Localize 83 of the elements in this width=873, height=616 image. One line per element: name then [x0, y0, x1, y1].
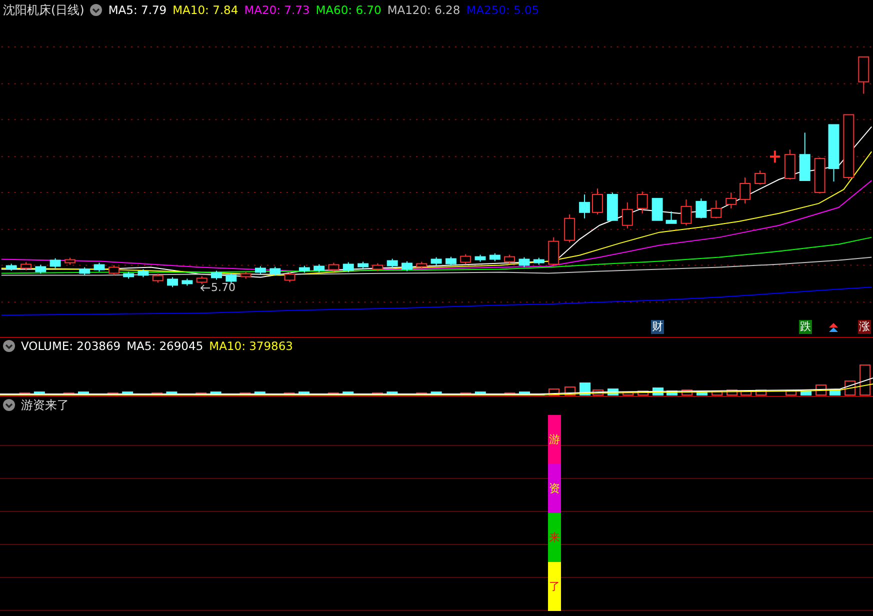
candlestick: [182, 278, 193, 286]
ma-legend-value: MA60: 6.70: [316, 3, 382, 17]
candlestick: [79, 266, 90, 276]
candlestick: [579, 194, 590, 219]
candlestick: [284, 272, 296, 283]
ma-legend-value: MA20: 7.73: [244, 3, 310, 17]
candlestick: [636, 190, 648, 214]
volume-legend-value: VOLUME: 203869: [21, 339, 121, 353]
candlestick: [94, 262, 105, 272]
candlestick: [358, 261, 369, 270]
volume-legend-value: MA5: 269045: [126, 339, 204, 353]
candlestick: [270, 266, 281, 276]
candlestick: [652, 198, 663, 221]
candlestick: [474, 254, 486, 262]
triangle-icon: [829, 323, 838, 332]
candlestick: [828, 124, 840, 182]
candlestick: [64, 257, 76, 266]
candlestick: [858, 56, 870, 94]
candlestick: [740, 177, 750, 204]
candlestick: [489, 252, 500, 262]
indicator-char: 了: [549, 581, 560, 592]
candlestick: [518, 256, 530, 268]
candlestick: [770, 150, 780, 163]
candlestick: [843, 114, 854, 180]
candlestick: [211, 270, 222, 280]
ma-legend-value: MA5: 7.79: [108, 3, 167, 17]
dropdown-icon[interactable]: [3, 340, 15, 352]
candlestick: [754, 170, 766, 185]
candlestick: [314, 264, 325, 273]
candlestick: [386, 258, 398, 268]
candlestick: [592, 188, 603, 215]
candlestick: [696, 198, 707, 219]
candlestick: [445, 256, 456, 266]
candlestick: [666, 210, 677, 224]
indicator-char: 资: [549, 483, 560, 494]
candlestick: [196, 276, 208, 285]
candlestick: [138, 268, 149, 278]
candlestick: [6, 263, 17, 272]
low-price-label: 5.70: [211, 281, 236, 294]
candlestick: [416, 261, 428, 270]
candlestick: [784, 149, 796, 180]
candlestick: [167, 276, 178, 288]
signal-badge: 跌: [799, 320, 812, 334]
candlestick: [548, 236, 560, 267]
candlestick: [402, 260, 412, 272]
candlestick: [564, 214, 576, 243]
candlestick: [622, 202, 633, 229]
candlestick: [226, 272, 237, 284]
candlestick: [680, 198, 692, 226]
candlestick: [108, 264, 120, 276]
arrow-icon: [200, 284, 210, 292]
candlestick: [50, 258, 61, 269]
signal-badge: 财: [651, 320, 664, 334]
candlestick: [254, 266, 266, 275]
signal-badge: 涨: [858, 320, 871, 334]
candlestick: [20, 262, 32, 271]
candlestick: [35, 264, 46, 274]
candlestick: [123, 271, 134, 280]
indicator-title: 游资来了: [21, 396, 69, 414]
dropdown-icon[interactable]: [90, 4, 102, 16]
candlestick: [430, 256, 442, 266]
ma-legend-value: MA120: 6.28: [387, 3, 460, 17]
candlestick: [726, 192, 737, 209]
candlestick: [298, 265, 310, 274]
candlestick: [328, 262, 340, 272]
candlestick: [342, 262, 354, 273]
ma-legend-value: MA10: 7.84: [172, 3, 238, 17]
dropdown-icon[interactable]: [3, 399, 15, 411]
candlestick: [799, 132, 810, 181]
chart-title: 沈阳机床(日线): [3, 2, 84, 18]
candlestick: [710, 200, 722, 219]
candlestick: [372, 262, 384, 272]
candlestick: [152, 273, 164, 284]
indicator-char: 来: [549, 532, 560, 543]
candlestick: [814, 157, 826, 194]
candlestick: [606, 192, 618, 221]
candlestick: [533, 257, 544, 266]
candlestick: [460, 254, 472, 265]
ma-legend-value: MA250: 5.05: [466, 3, 540, 17]
volume-legend-value: MA10: 379863: [209, 339, 293, 353]
candlestick: [504, 254, 516, 264]
indicator-char: 游: [549, 434, 560, 445]
candlestick: [240, 271, 252, 280]
